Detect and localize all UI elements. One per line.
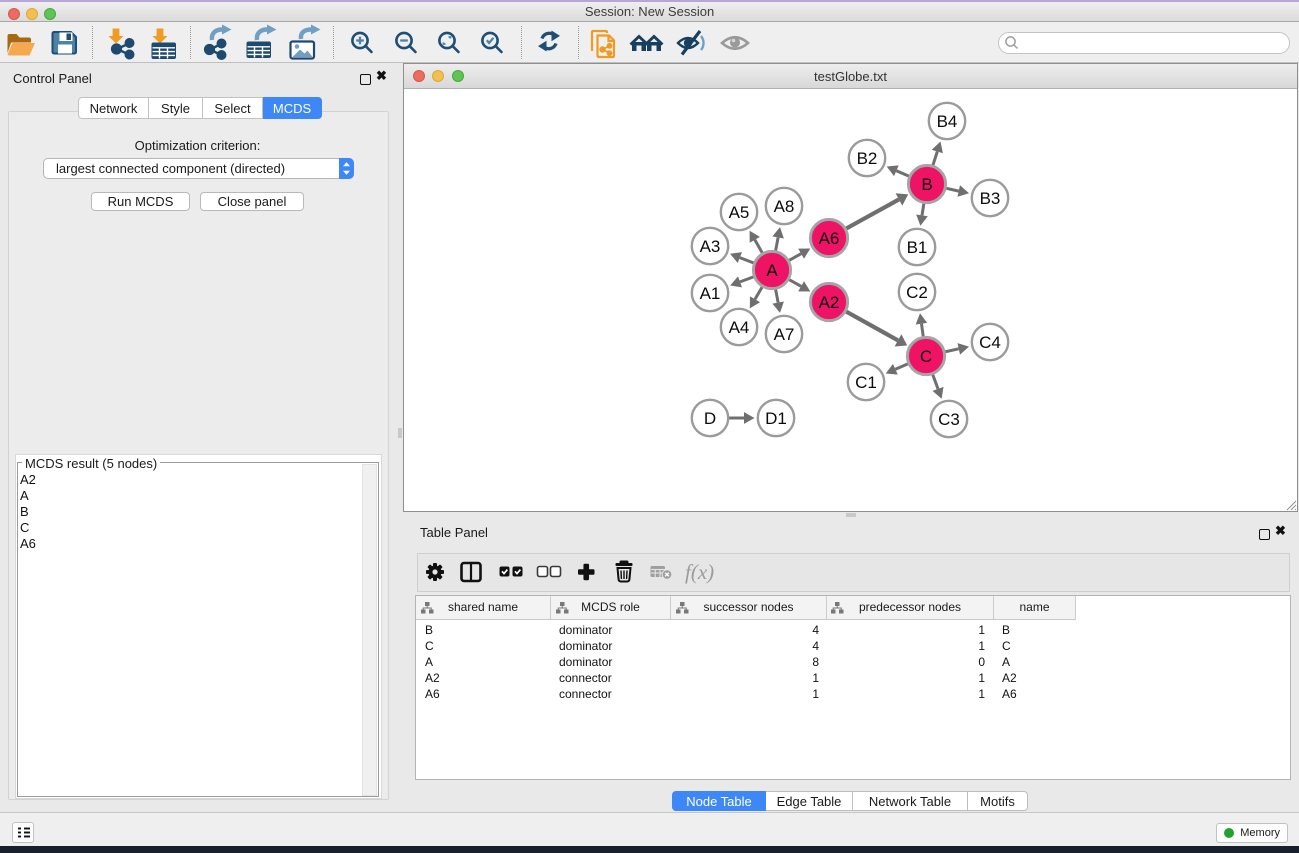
- svg-text:C2: C2: [906, 283, 928, 302]
- svg-text:A6: A6: [819, 229, 840, 248]
- svg-text:B: B: [921, 175, 932, 194]
- svg-text:C4: C4: [979, 333, 1001, 352]
- svg-text:A2: A2: [819, 293, 840, 312]
- svg-text:B3: B3: [980, 189, 1001, 208]
- svg-text:A1: A1: [700, 284, 721, 303]
- svg-text:A7: A7: [774, 325, 795, 344]
- svg-text:B2: B2: [857, 149, 878, 168]
- svg-text:A: A: [766, 261, 778, 280]
- svg-text:A5: A5: [729, 203, 750, 222]
- svg-text:C: C: [920, 347, 932, 366]
- svg-text:A4: A4: [729, 318, 750, 337]
- svg-text:C3: C3: [938, 410, 960, 429]
- svg-text:f(x): f(x): [685, 560, 714, 584]
- svg-text:D1: D1: [765, 409, 787, 428]
- svg-text:A3: A3: [700, 237, 721, 256]
- svg-text:B4: B4: [937, 112, 958, 131]
- svg-text:B1: B1: [907, 238, 928, 257]
- svg-text:D: D: [704, 409, 716, 428]
- svg-text:C1: C1: [855, 373, 877, 392]
- svg-text:A8: A8: [774, 197, 795, 216]
